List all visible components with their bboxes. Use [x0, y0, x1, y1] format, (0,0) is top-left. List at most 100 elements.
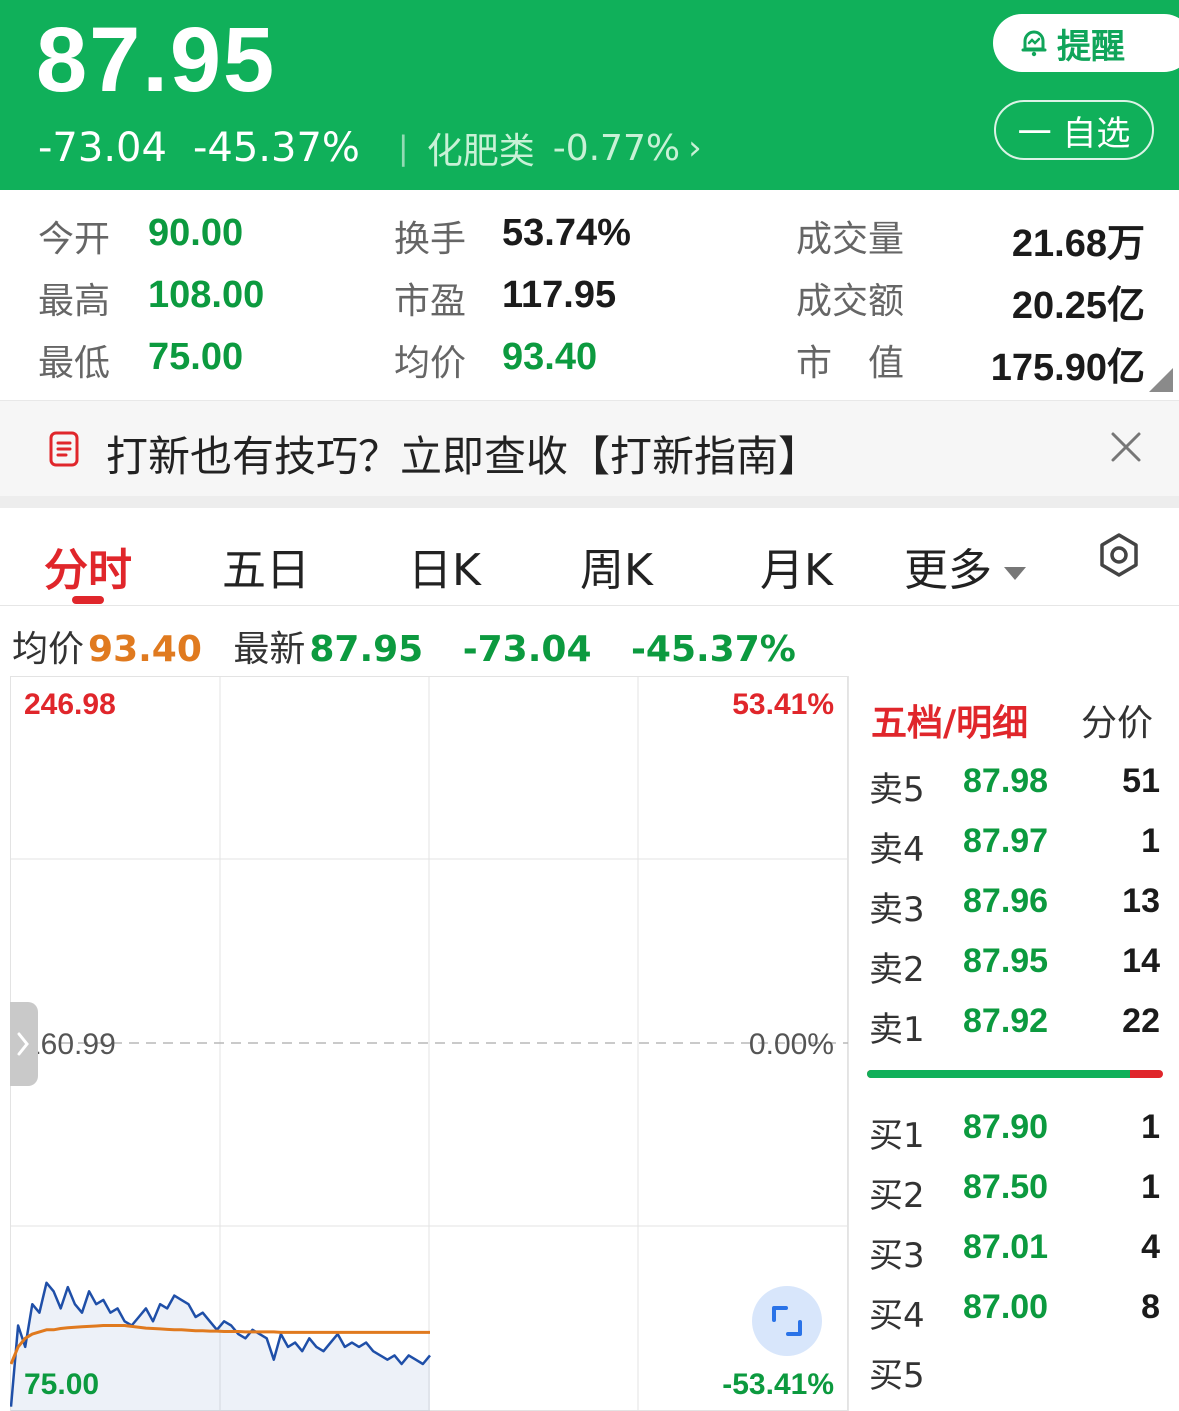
- ask-label: 卖3: [869, 890, 925, 930]
- document-icon: [49, 431, 79, 467]
- bid-row: 买4 87.00 8: [849, 1288, 1179, 1338]
- high-value: 108.00: [148, 274, 265, 316]
- ask-row: 卖5 87.98 51: [849, 762, 1179, 812]
- ask-price: 87.97: [963, 822, 1049, 860]
- side-drawer-handle[interactable]: [10, 1002, 38, 1086]
- mktcap-value: 175.90亿: [990, 347, 1145, 389]
- promo-banner[interactable]: 打新也有技巧？立即查收【打新指南】: [0, 400, 1179, 496]
- section-gap: [0, 496, 1179, 508]
- tab-more-label: 更多: [904, 545, 992, 596]
- sector-link[interactable]: 化肥类: [427, 122, 535, 174]
- active-tab-indicator: [72, 596, 104, 604]
- ask-label: 卖2: [869, 950, 925, 990]
- axis-top-price: 246.98: [24, 688, 116, 721]
- remove-watchlist-button[interactable]: 一 自选: [994, 100, 1154, 160]
- bid-label: 买5: [869, 1356, 925, 1396]
- volume-label: 成交量: [796, 219, 905, 260]
- quote-header: 87.95 -73.04 -45.37% | 化肥类 -0.77% › 提醒 一…: [0, 0, 1179, 190]
- bid-label: 买1: [869, 1116, 925, 1156]
- bid-row: 买2 87.50 1: [849, 1168, 1179, 1218]
- bid-price: 87.50: [963, 1168, 1049, 1206]
- remind-button[interactable]: 提醒: [993, 14, 1179, 72]
- close-icon[interactable]: [1108, 429, 1144, 465]
- turnover-value: 53.74%: [502, 212, 631, 254]
- alert-bell-icon: [1021, 30, 1047, 57]
- info-change-pct: -45.37%: [630, 629, 796, 670]
- bid-row: 买3 87.01 4: [849, 1228, 1179, 1278]
- axis-mid-pct: 0.00%: [749, 1028, 834, 1061]
- change-row: -73.04 -45.37% | 化肥类 -0.77% ›: [38, 122, 702, 174]
- ask-row: 卖2 87.95 14: [849, 942, 1179, 992]
- tab-intraday[interactable]: 分时: [44, 534, 132, 598]
- ask-label: 卖1: [869, 1010, 925, 1050]
- ask-price: 87.98: [963, 762, 1049, 800]
- avg-label: 均价: [394, 343, 467, 384]
- chevron-right-icon: [17, 1032, 29, 1056]
- sector-change: -0.77%: [552, 127, 681, 169]
- high-label: 最高: [38, 281, 111, 322]
- quote-stats: 今开 90.00 最高 108.00 最低 75.00 换手 53.74% 市盈…: [0, 190, 1179, 400]
- remind-label: 提醒: [1057, 26, 1125, 67]
- axis-bottom-pct: -53.41%: [722, 1368, 834, 1401]
- tab-more[interactable]: 更多: [904, 534, 1026, 598]
- tab-monthly-k[interactable]: 月K: [760, 534, 833, 598]
- bid-volume: 1: [1141, 1168, 1160, 1206]
- amount-label: 成交额: [796, 281, 905, 322]
- bid-label: 买2: [869, 1176, 925, 1216]
- last-price: 87.95: [36, 9, 277, 111]
- ask-row: 卖4 87.97 1: [849, 822, 1179, 872]
- bid-volume: 8: [1141, 1288, 1160, 1326]
- caret-down-icon: [1004, 566, 1026, 580]
- ask-price: 87.92: [963, 1002, 1049, 1040]
- settings-hexagon-icon[interactable]: [1096, 532, 1142, 578]
- intraday-chart-svg: 246.98 53.41% 160.99 0.00% 75.00 -53.41%: [10, 676, 848, 1411]
- ask-volume: 51: [1122, 762, 1160, 800]
- tab-daily-k[interactable]: 日K: [408, 534, 481, 598]
- info-change: -73.04: [462, 629, 592, 670]
- volume-value: 21.68万: [1011, 223, 1145, 265]
- chart-tabs: 分时 五日 日K 周K 月K 更多: [0, 508, 1179, 606]
- ask-row: 卖3 87.96 13: [849, 882, 1179, 932]
- fullscreen-icon: [772, 1306, 802, 1336]
- intraday-chart[interactable]: 246.98 53.41% 160.99 0.00% 75.00 -53.41%: [10, 676, 848, 1411]
- banner-text[interactable]: 打新也有技巧？立即查收【打新指南】: [106, 423, 820, 484]
- bid-row: 买5: [849, 1348, 1179, 1398]
- ask-label: 卖4: [869, 830, 925, 870]
- order-book: 五档/明细 分价 卖5 87.98 51 卖4 87.97 1 卖3 87.96…: [848, 676, 1179, 1411]
- fullscreen-button[interactable]: [752, 1286, 822, 1356]
- tab-five-day[interactable]: 五日: [222, 534, 310, 598]
- bid-price: 87.00: [963, 1288, 1049, 1326]
- ask-label: 卖5: [869, 770, 925, 810]
- chart-info-row: 均价 93.40 最新 87.95 -73.04 -45.37%: [12, 620, 824, 672]
- buy-sell-ratio-bar: [867, 1070, 1163, 1078]
- mktcap-label: 市 值: [796, 343, 905, 384]
- ask-volume: 13: [1122, 882, 1160, 920]
- bid-price: 87.90: [963, 1108, 1049, 1146]
- open-label: 今开: [38, 219, 111, 260]
- axis-bottom-price: 75.00: [24, 1368, 99, 1401]
- info-latest-label: 最新: [233, 629, 306, 670]
- info-avg-value: 93.40: [88, 629, 202, 670]
- ask-volume: 22: [1122, 1002, 1160, 1040]
- bid-volume: 1: [1141, 1108, 1160, 1146]
- price-change-pct: -45.37%: [192, 125, 360, 171]
- chevron-right-icon[interactable]: ›: [688, 128, 702, 168]
- bid-row: 买1 87.90 1: [849, 1108, 1179, 1158]
- expand-corner-icon[interactable]: [1149, 368, 1173, 392]
- low-value: 75.00: [148, 336, 244, 378]
- pe-label: 市盈: [394, 281, 467, 322]
- bid-volume: 4: [1141, 1228, 1160, 1266]
- bid-label: 买3: [869, 1236, 925, 1276]
- axis-top-pct: 53.41%: [732, 688, 834, 721]
- ask-volume: 1: [1141, 822, 1160, 860]
- low-label: 最低: [38, 343, 111, 384]
- divider: |: [397, 129, 409, 167]
- buy-ratio-fill: [867, 1070, 1131, 1078]
- tab-order-book[interactable]: 五档/明细: [871, 694, 1028, 746]
- ask-price: 87.96: [963, 882, 1049, 920]
- tab-price-distribution[interactable]: 分价: [1081, 694, 1153, 746]
- tab-weekly-k[interactable]: 周K: [580, 534, 653, 598]
- bid-price: 87.01: [963, 1228, 1049, 1266]
- info-latest-value: 87.95: [309, 629, 424, 670]
- ask-price: 87.95: [963, 942, 1049, 980]
